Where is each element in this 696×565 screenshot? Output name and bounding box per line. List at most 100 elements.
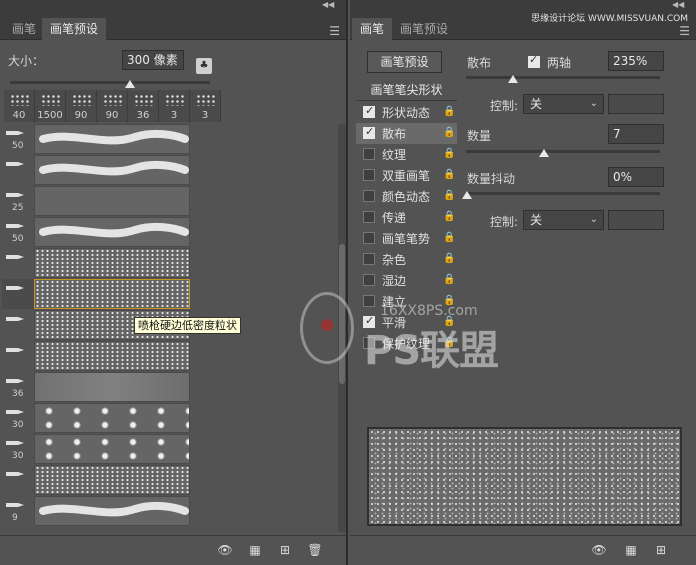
scatter-field[interactable]: 235% (608, 51, 664, 71)
option-checkbox[interactable] (363, 104, 375, 118)
brush-stroke-thumbnail (34, 124, 190, 154)
brush-preset-row[interactable] (2, 465, 190, 495)
lock-icon[interactable]: 🔒 (443, 190, 455, 202)
brush-preset-row[interactable] (2, 155, 190, 185)
brush-preset-row[interactable] (2, 248, 190, 278)
collapse-icon[interactable]: ◀◀ (672, 0, 684, 10)
panel-menu-icon[interactable]: ☰ (329, 24, 340, 38)
brush-option-row[interactable]: 形状动态 🔒 (356, 102, 457, 123)
brush-tip-thumbnail (41, 94, 61, 106)
brush-option-row[interactable]: 颜色动态 🔒 (356, 186, 457, 207)
both-axes-checkbox[interactable] (528, 53, 540, 68)
brush-tip-2[interactable]: 90 (66, 90, 97, 122)
brush-tip-0[interactable]: 40 (4, 90, 35, 122)
brush-preset-row[interactable]: 36 (2, 372, 190, 402)
tab-brush-presets[interactable]: 画笔预设 (42, 18, 107, 40)
brush-preset-button[interactable]: 画笔预设 (367, 51, 442, 73)
option-checkbox[interactable] (363, 148, 375, 160)
scatter-slider-thumb[interactable] (508, 75, 518, 83)
brush-preset-row[interactable]: 50 (2, 217, 190, 247)
preview-speckle (369, 429, 680, 524)
brush-icon (6, 127, 26, 137)
count-slider-track[interactable] (466, 150, 660, 153)
brush-option-row[interactable]: 纹理 🔒 (356, 144, 457, 165)
count-slider-thumb[interactable] (539, 149, 549, 157)
brush-preset-row[interactable]: 25 (2, 186, 190, 216)
brush-preset-row[interactable]: 50 (2, 124, 190, 154)
option-checkbox[interactable] (363, 211, 375, 223)
tab-brush[interactable]: 画笔 (4, 18, 44, 40)
brush-preset-row[interactable] (2, 341, 190, 371)
lock-icon[interactable]: 🔒 (443, 232, 455, 244)
lock-icon[interactable]: 🔒 (443, 148, 455, 160)
control-dropdown[interactable]: 关 ⌄ (523, 94, 604, 114)
grid-icon[interactable]: ▦ (246, 542, 264, 558)
brush-option-row[interactable]: 传递 🔒 (356, 207, 457, 228)
brush-option-row[interactable]: 双重画笔 🔒 (356, 165, 457, 186)
option-checkbox[interactable] (363, 232, 375, 244)
brush-option-row[interactable]: 湿边 🔒 (356, 270, 457, 291)
tab-brush-presets[interactable]: 画笔预设 (392, 18, 456, 40)
chevron-down-icon: ⌄ (589, 98, 598, 109)
new-icon[interactable]: ⊞ (276, 542, 294, 558)
option-checkbox[interactable] (363, 169, 375, 181)
brush-icon (6, 220, 26, 230)
count-jitter-slider-thumb[interactable] (462, 191, 472, 199)
lock-icon[interactable]: 🔒 (443, 274, 455, 286)
option-checkbox[interactable] (363, 295, 375, 307)
brush-tip-thumbnail (196, 94, 216, 106)
lock-icon[interactable]: 🔒 (443, 127, 455, 139)
grid-icon[interactable]: ▦ (622, 542, 640, 558)
lock-icon[interactable]: 🔒 (443, 253, 455, 265)
tab-brush[interactable]: 画笔 (352, 18, 393, 40)
create-new-preset-icon[interactable]: ♣ (196, 58, 212, 74)
option-label: 画笔笔势 (382, 232, 431, 246)
scatter-slider-track[interactable] (466, 76, 660, 79)
chevron-down-icon: ⌄ (589, 214, 598, 225)
brush-preset-row[interactable]: 30 (2, 434, 190, 464)
new-icon[interactable]: ⊞ (652, 542, 670, 558)
brush-tip-6[interactable]: 3 (190, 90, 221, 122)
brush-stroke-thumbnail (34, 279, 190, 309)
panel-topbar: ◀◀ (350, 0, 696, 10)
count-jitter-field[interactable]: 0% (608, 167, 664, 187)
logo-domain: 16XX8PS.com (380, 303, 478, 319)
option-checkbox[interactable] (363, 125, 375, 139)
brush-option-row[interactable]: 散布 🔒 (356, 123, 457, 144)
collapse-icon[interactable]: ◀◀ (322, 0, 334, 10)
option-checkbox[interactable] (363, 190, 375, 202)
eye-icon[interactable]: 👁 (590, 542, 608, 558)
brush-tip-3[interactable]: 90 (97, 90, 128, 122)
brush-tip-5[interactable]: 3 (159, 90, 190, 122)
option-checkbox[interactable] (363, 253, 375, 265)
brush-tip-size: 90 (74, 110, 88, 121)
trash-icon[interactable]: 🗑 (306, 542, 324, 558)
size-slider-thumb[interactable] (125, 80, 135, 88)
lock-icon[interactable]: 🔒 (443, 106, 455, 118)
brush-tip-4[interactable]: 36 (128, 90, 159, 122)
brush-tip-1[interactable]: 1500 (35, 90, 66, 122)
brush-preset-row[interactable]: 9 (2, 496, 190, 526)
control2-dropdown[interactable]: 关 ⌄ (523, 210, 604, 230)
lock-icon[interactable]: 🔒 (443, 169, 455, 181)
size-slider-track[interactable] (10, 81, 210, 84)
brush-icon (6, 313, 26, 323)
eye-icon[interactable]: 👁 (216, 542, 234, 558)
brush-presets-panel: ◀◀ 画笔 画笔预设 ☰ 大小： 300 像素 ♣ 40 1500 90 90 36 3 3… (0, 0, 348, 565)
brush-stroke-thumbnail (34, 341, 190, 371)
control2-label: 控制: (490, 215, 519, 229)
control-label: 控制: (490, 99, 519, 113)
option-checkbox[interactable] (363, 274, 375, 286)
brush-size: 30 (12, 451, 24, 461)
brush-size: 30 (12, 420, 24, 430)
brush-size: 50 (12, 141, 24, 151)
brush-option-row[interactable]: 杂色 🔒 (356, 249, 457, 270)
lock-icon[interactable]: 🔒 (443, 211, 455, 223)
brush-preset-row[interactable]: 30 (2, 403, 190, 433)
size-field[interactable]: 300 像素 (122, 50, 184, 70)
count-field[interactable]: 7 (608, 124, 664, 144)
panel-menu-icon[interactable]: ☰ (679, 24, 690, 38)
count-jitter-slider-track[interactable] (466, 192, 660, 195)
brush-preset-row[interactable] (2, 279, 190, 309)
brush-option-row[interactable]: 画笔笔势 🔒 (356, 228, 457, 249)
